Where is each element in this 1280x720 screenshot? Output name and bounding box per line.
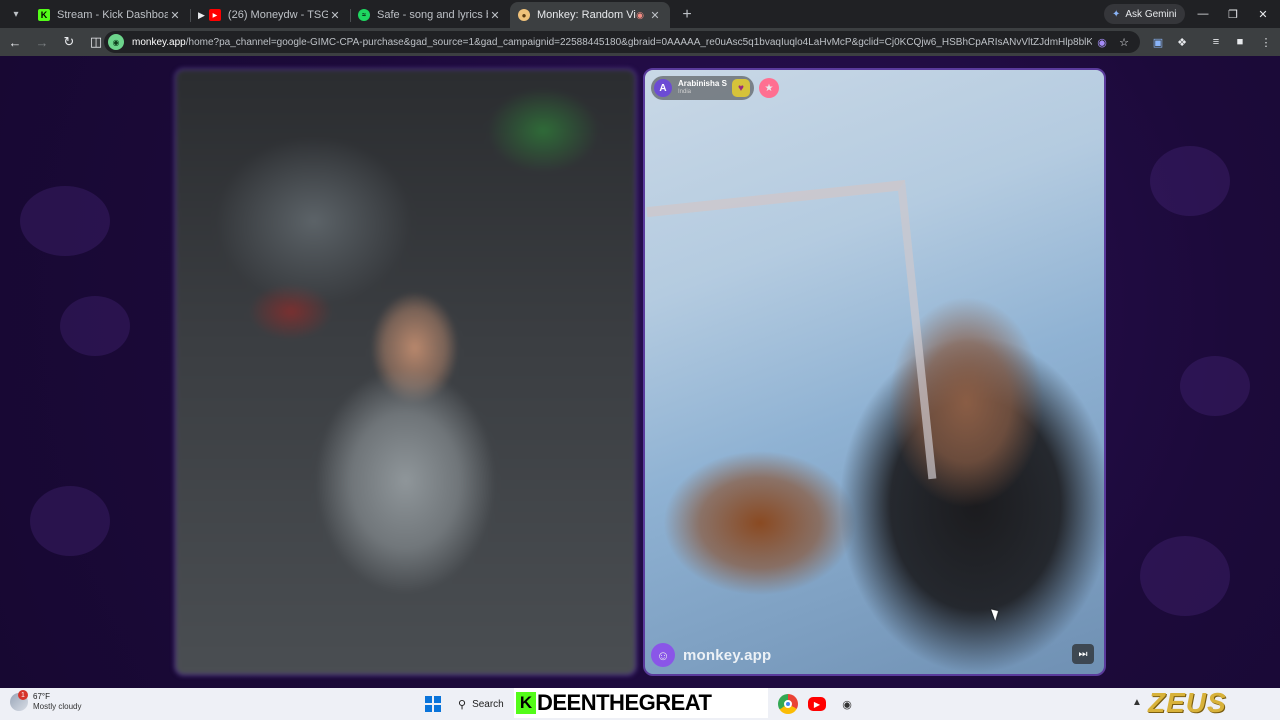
url-host: monkey.app xyxy=(132,36,186,48)
background-window-frame xyxy=(646,180,937,506)
skip-next-button[interactable]: ⏭ xyxy=(1072,644,1094,664)
reload-button[interactable]: ↻ xyxy=(57,30,81,54)
weather-info: 67°F Mostly cloudy xyxy=(33,692,81,712)
chrome-app-icon[interactable] xyxy=(778,694,798,714)
overlay-banner-text: DEENTHEGREAT xyxy=(537,690,712,715)
self-video-feed xyxy=(174,68,637,676)
address-bar[interactable]: ◉ monkey.app/home?pa_channel=google-GIMC… xyxy=(104,31,1140,53)
site-info-icon[interactable]: ◉ xyxy=(108,34,124,50)
tab-monkey-video-chat[interactable]: ● Monkey: Random Video Ch ◉ ✕ xyxy=(510,2,670,28)
speaker-icon[interactable]: ▶ xyxy=(198,10,205,21)
tab-spotify-safe[interactable]: ≈ Safe - song and lyrics by Drü Ch ✕ xyxy=(350,2,510,28)
peer-country: India xyxy=(678,89,692,95)
weather-description: Mostly cloudy xyxy=(33,702,82,711)
more-menu-icon[interactable]: ⋮ xyxy=(1256,32,1276,52)
peer-info-badge[interactable]: A Arabinisha S India ♥ xyxy=(651,76,754,100)
obs-app-icon[interactable]: ◉ xyxy=(837,694,857,714)
start-button[interactable] xyxy=(425,696,441,712)
minimize-button[interactable]: — xyxy=(1188,4,1218,24)
chrome-center xyxy=(784,700,792,708)
ask-gemini-label: Ask Gemini xyxy=(1125,8,1177,20)
zeus-logo-overlay: ZEUS xyxy=(1148,687,1227,718)
weather-widget[interactable]: 1 67°F Mostly cloudy xyxy=(10,690,81,712)
plus-icon: + xyxy=(682,6,692,23)
peer-info: Arabinisha S India xyxy=(678,79,728,97)
background-pattern xyxy=(60,296,130,356)
monkey-logo-icon: ● xyxy=(518,9,530,21)
new-tab-button[interactable]: + xyxy=(674,3,700,27)
background-pattern xyxy=(1140,536,1230,616)
tab-title: Safe - song and lyrics by Drü Ch xyxy=(377,9,488,21)
url-path: /home?pa_channel=google-GIMC-CPA-purchas… xyxy=(185,36,1092,48)
gift-icon[interactable]: ★ xyxy=(759,78,779,98)
tab-search-button[interactable]: ▾ xyxy=(4,2,28,26)
browser-tab-bar: ▾ K Stream - Kick Dashboard ✕ ▶ ▶ (26) M… xyxy=(0,0,1280,28)
close-icon[interactable]: ✕ xyxy=(648,9,662,22)
tab-title: Stream - Kick Dashboard xyxy=(57,9,168,21)
back-button[interactable]: ← xyxy=(3,30,27,54)
weather-temperature: 67°F xyxy=(33,692,50,701)
youtube-logo-icon: ▶ xyxy=(208,9,221,21)
tab-kick-dashboard[interactable]: K Stream - Kick Dashboard ✕ xyxy=(30,2,190,28)
background-pattern xyxy=(20,186,110,256)
background-pattern xyxy=(1150,146,1230,216)
search-icon: ⚲ xyxy=(458,698,467,711)
weather-alert-badge: 1 xyxy=(18,690,28,700)
kick-logo-icon: K xyxy=(38,9,50,21)
close-icon[interactable]: ✕ xyxy=(328,9,342,22)
peer-video-feed: A Arabinisha S India ♥ ★ ☺ monkey.app ⏭ xyxy=(643,68,1106,676)
split-view-icon: ◫ xyxy=(89,34,103,49)
minimize-icon: — xyxy=(1197,8,1209,20)
tab-title: Monkey: Random Video Ch xyxy=(537,9,636,21)
ask-gemini-button[interactable]: ✦ Ask Gemini xyxy=(1104,4,1185,24)
recording-icon: ◉ xyxy=(636,9,644,20)
close-icon[interactable]: ✕ xyxy=(488,9,502,22)
skip-forward-icon: ⏭ xyxy=(1078,648,1088,660)
close-icon: ✕ xyxy=(1258,8,1268,21)
tab-media-icon[interactable]: ≡ xyxy=(1206,32,1226,52)
heart-icon[interactable]: ♥ xyxy=(732,79,750,97)
search-label: Search xyxy=(472,698,504,710)
tab-youtube-moneydw[interactable]: ▶ ▶ (26) Moneydw - TSGO (Official ✕ xyxy=(190,2,350,28)
url-text[interactable]: monkey.app/home?pa_channel=google-GIMC-C… xyxy=(132,37,1092,48)
windows-logo-icon xyxy=(434,696,441,703)
mouse-cursor-icon xyxy=(991,607,1001,621)
browser-toolbar: ← → ↻ ◫ ◉ monkey.app/home?pa_channel=goo… xyxy=(0,28,1280,56)
restore-button[interactable]: ❐ xyxy=(1218,4,1248,24)
peer-avatar: A xyxy=(654,79,672,97)
monkey-chat-page: A Arabinisha S India ♥ ★ ☺ monkey.app ⏭ xyxy=(0,56,1280,688)
background-pattern xyxy=(1180,356,1250,416)
watermark-text: monkey.app xyxy=(683,646,772,664)
extensions-puzzle-icon[interactable]: ❖ xyxy=(1172,32,1192,52)
spotify-logo-icon: ≈ xyxy=(358,9,370,21)
monkey-watermark: ☺ monkey.app xyxy=(651,642,771,668)
windows-logo-icon xyxy=(434,705,441,712)
windows-logo-icon xyxy=(425,705,432,712)
tab-title: (26) Moneydw - TSGO (Official xyxy=(227,9,328,21)
chevron-up-icon[interactable]: ▲ xyxy=(1132,697,1142,708)
sparkle-icon: ✦ xyxy=(1112,8,1121,20)
close-icon[interactable]: ✕ xyxy=(168,9,182,22)
streamer-name-overlay: K DEENTHEGREAT xyxy=(514,688,768,718)
arrow-left-icon: ← xyxy=(8,34,22,50)
windows-logo-icon xyxy=(425,696,432,703)
monkey-logo-icon: ☺ xyxy=(651,643,675,667)
restore-icon: ❐ xyxy=(1228,8,1238,21)
peer-name: Arabinisha S xyxy=(678,79,727,88)
profile-avatar-icon[interactable]: ■ xyxy=(1230,32,1250,52)
chevron-down-icon: ▾ xyxy=(13,8,19,20)
close-window-button[interactable]: ✕ xyxy=(1248,4,1278,24)
taskbar-search[interactable]: ⚲ Search xyxy=(450,694,510,714)
background-pattern xyxy=(30,486,110,556)
reload-icon: ↻ xyxy=(63,34,75,49)
cloud-icon: 1 xyxy=(10,690,28,711)
kick-logo-icon: K xyxy=(516,692,536,714)
youtube-app-icon[interactable]: ▶ xyxy=(808,697,826,711)
lens-icon[interactable]: ◉ xyxy=(1094,34,1110,50)
arrow-right-icon: → xyxy=(35,34,49,50)
extension-badge-icon[interactable]: ▣ xyxy=(1148,32,1168,52)
forward-button[interactable]: → xyxy=(30,30,54,54)
bookmark-star-icon[interactable]: ☆ xyxy=(1116,34,1132,50)
